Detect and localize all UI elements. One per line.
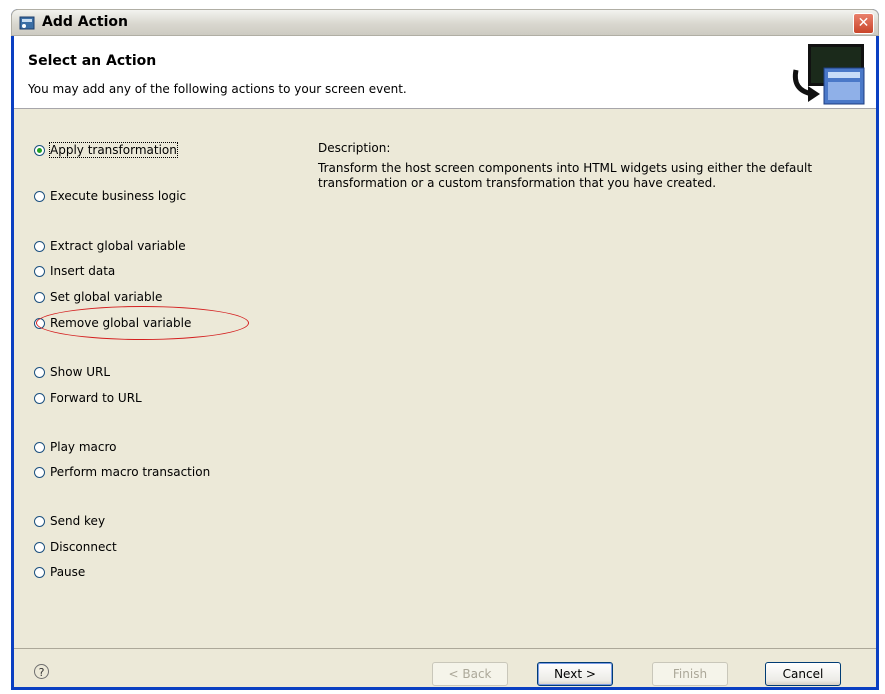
page-subtitle: You may add any of the following actions… [28,82,407,96]
radio-button[interactable] [34,240,45,252]
radio-button[interactable] [34,144,45,156]
header-banner: Select an Action You may add any of the … [14,36,876,109]
help-icon[interactable]: ? [34,664,49,679]
highlight-ellipse [36,306,249,340]
window-title: Add Action [42,14,128,30]
dialog-body: Select an Action You may add any of the … [14,36,876,687]
action-option-forward-to-url[interactable]: Forward to URL [34,389,142,407]
action-option-show-url[interactable]: Show URL [34,363,110,381]
radio-button[interactable] [34,541,45,553]
add-action-dialog: Add Action ✕ Select an Action You may ad… [11,9,879,690]
radio-button[interactable] [34,291,45,303]
radio-button[interactable] [34,190,45,202]
radio-button[interactable] [34,466,45,478]
title-bar[interactable]: Add Action ✕ [11,9,879,36]
option-label: Forward to URL [50,391,142,405]
finish-button[interactable]: Finish [652,662,728,686]
option-label: Play macro [50,440,117,454]
option-label: Extract global variable [50,239,186,253]
action-option-set-global-variable[interactable]: Set global variable [34,288,162,306]
action-option-perform-macro-transaction[interactable]: Perform macro transaction [34,463,210,481]
button-bar-divider [14,648,876,649]
action-option-send-key[interactable]: Send key [34,512,105,530]
option-label: Disconnect [50,540,117,554]
radio-button[interactable] [34,265,45,277]
option-label: Pause [50,565,86,579]
option-label: Send key [50,514,106,528]
radio-button[interactable] [34,515,45,527]
option-label: Set global variable [50,290,163,304]
action-option-disconnect[interactable]: Disconnect [34,538,117,556]
next-button[interactable]: Next > [537,662,613,686]
description-label: Description: [318,141,391,155]
back-button[interactable]: < Back [432,662,508,686]
action-option-execute-business-logic[interactable]: Execute business logic [34,187,186,205]
action-option-apply-transformation[interactable]: Apply transformation [34,141,178,159]
radio-button[interactable] [34,366,45,378]
page-title: Select an Action [28,53,157,69]
option-label: Show URL [50,365,110,379]
description-text: Transform the host screen components int… [318,161,813,190]
action-option-play-macro[interactable]: Play macro [34,438,117,456]
app-icon [19,16,35,30]
radio-button[interactable] [34,566,45,578]
option-label: Perform macro transaction [50,465,211,479]
option-label: Insert data [50,264,116,278]
option-label: Apply transformation [49,142,178,158]
action-option-extract-global-variable[interactable]: Extract global variable [34,237,186,255]
wizard-banner-icon [792,44,865,105]
action-option-insert-data[interactable]: Insert data [34,262,115,280]
cancel-button[interactable]: Cancel [765,662,841,686]
radio-button[interactable] [34,441,45,453]
close-icon[interactable]: ✕ [853,13,874,34]
option-label: Execute business logic [50,189,187,203]
action-option-pause[interactable]: Pause [34,563,85,581]
radio-button[interactable] [34,392,45,404]
